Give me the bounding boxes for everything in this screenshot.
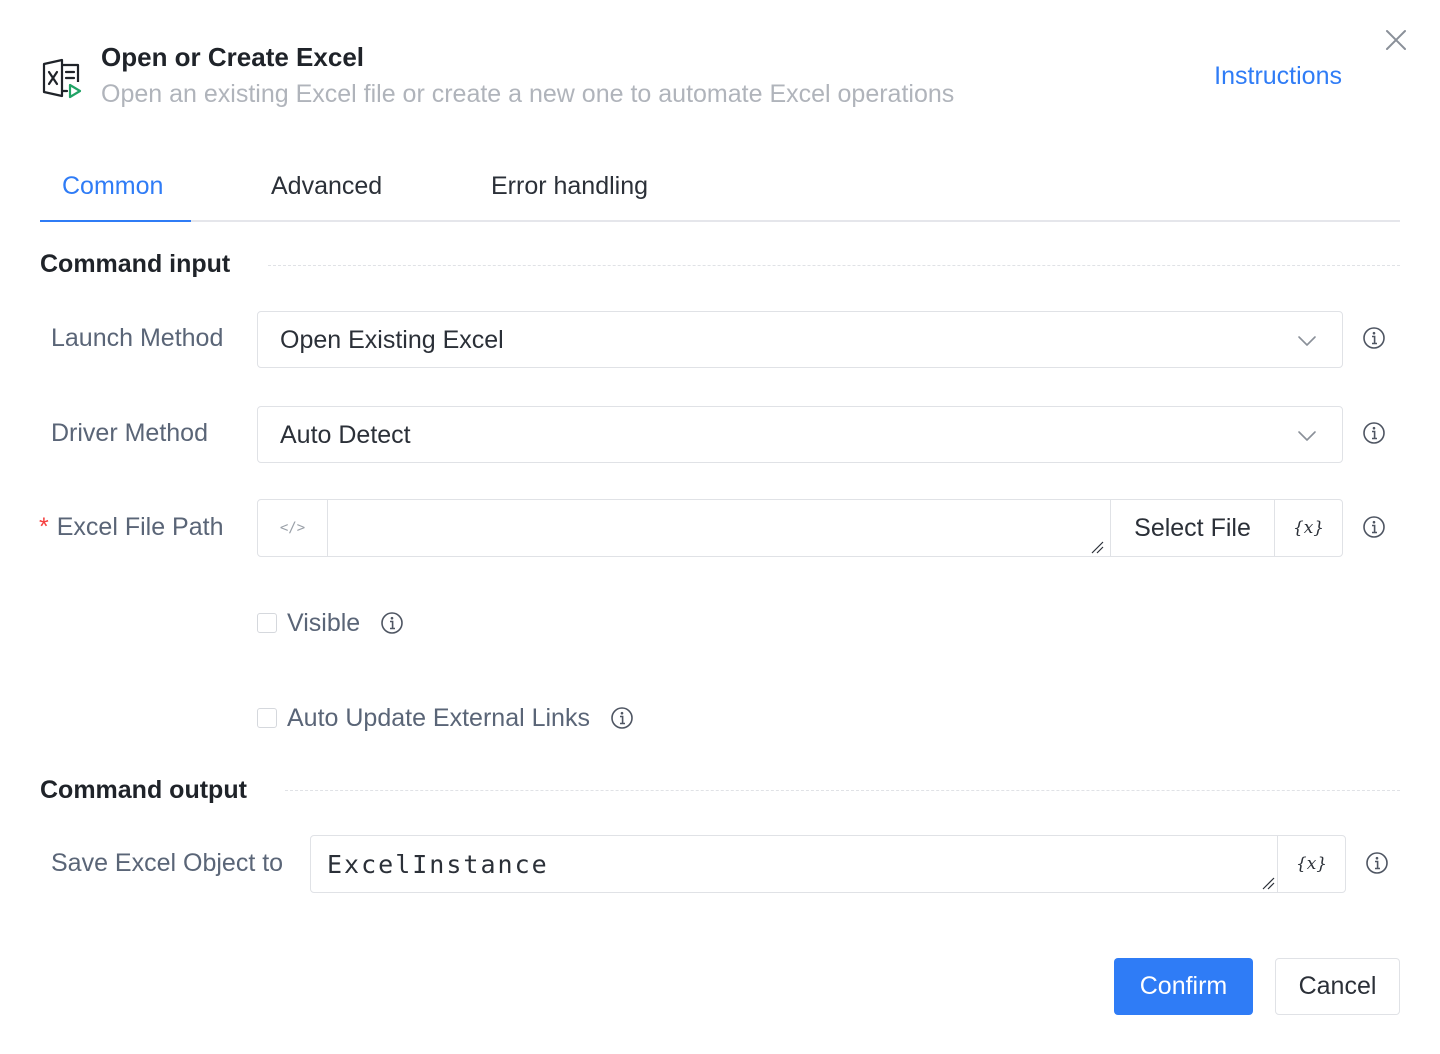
tab-advanced[interactable]: Advanced [271, 172, 382, 201]
visible-option: Visible [257, 608, 404, 638]
tab-common[interactable]: Common [62, 172, 163, 201]
info-icon[interactable] [610, 706, 634, 730]
variable-insert-button[interactable]: {x} [1274, 500, 1342, 556]
required-asterisk: * [39, 513, 49, 541]
active-tab-indicator [40, 220, 191, 222]
command-input-heading: Command input [40, 250, 231, 278]
info-icon[interactable] [1365, 851, 1389, 875]
save-excel-object-input[interactable]: ExcelInstance [311, 836, 1277, 892]
save-excel-object-value: ExcelInstance [327, 850, 549, 879]
launch-method-select[interactable]: Open Existing Excel [257, 311, 1343, 368]
excel-file-icon [42, 58, 82, 99]
select-file-button[interactable]: Select File [1110, 500, 1274, 556]
chevron-down-icon [1298, 431, 1316, 441]
auto-update-links-checkbox[interactable] [257, 708, 277, 728]
chevron-down-icon [1298, 336, 1316, 346]
code-mode-toggle[interactable]: </> [258, 500, 328, 556]
excel-file-path-label-text: Excel File Path [56, 513, 224, 541]
dialog-title: Open or Create Excel [101, 42, 364, 72]
driver-method-label: Driver Method [51, 419, 208, 447]
close-icon[interactable] [1384, 28, 1408, 52]
launch-method-value: Open Existing Excel [280, 326, 504, 354]
info-icon[interactable] [1362, 515, 1386, 539]
excel-file-path-field: </> Select File {x} [257, 499, 1343, 557]
info-icon[interactable] [380, 611, 404, 635]
driver-method-select[interactable]: Auto Detect [257, 406, 1343, 463]
driver-method-value: Auto Detect [280, 421, 411, 449]
auto-update-links-option: Auto Update External Links [257, 703, 634, 733]
excel-file-path-label: * Excel File Path [39, 513, 223, 542]
visible-checkbox[interactable] [257, 613, 277, 633]
section-divider [285, 790, 1400, 791]
save-excel-object-field: ExcelInstance {x} [310, 835, 1346, 893]
variable-insert-button[interactable]: {x} [1277, 836, 1345, 892]
tab-bar: Common Advanced Error handling [40, 160, 1400, 222]
confirm-button[interactable]: Confirm [1114, 958, 1253, 1015]
instructions-link[interactable]: Instructions [1214, 62, 1342, 91]
command-output-heading: Command output [40, 776, 247, 804]
launch-method-label: Launch Method [51, 324, 224, 352]
save-excel-object-label: Save Excel Object to [51, 849, 284, 877]
info-icon[interactable] [1362, 326, 1386, 350]
auto-update-links-label[interactable]: Auto Update External Links [287, 704, 590, 733]
dialog-subtitle: Open an existing Excel file or create a … [101, 80, 955, 108]
tab-error-handling[interactable]: Error handling [491, 172, 648, 201]
resize-handle-icon[interactable] [1090, 540, 1104, 554]
section-divider [268, 265, 1400, 266]
info-icon[interactable] [1362, 421, 1386, 445]
cancel-button[interactable]: Cancel [1275, 958, 1400, 1015]
open-create-excel-dialog: Open or Create Excel Open an existing Ex… [0, 0, 1440, 1054]
excel-file-path-input[interactable] [328, 500, 1110, 556]
resize-handle-icon[interactable] [1261, 876, 1275, 890]
visible-label[interactable]: Visible [287, 609, 360, 638]
